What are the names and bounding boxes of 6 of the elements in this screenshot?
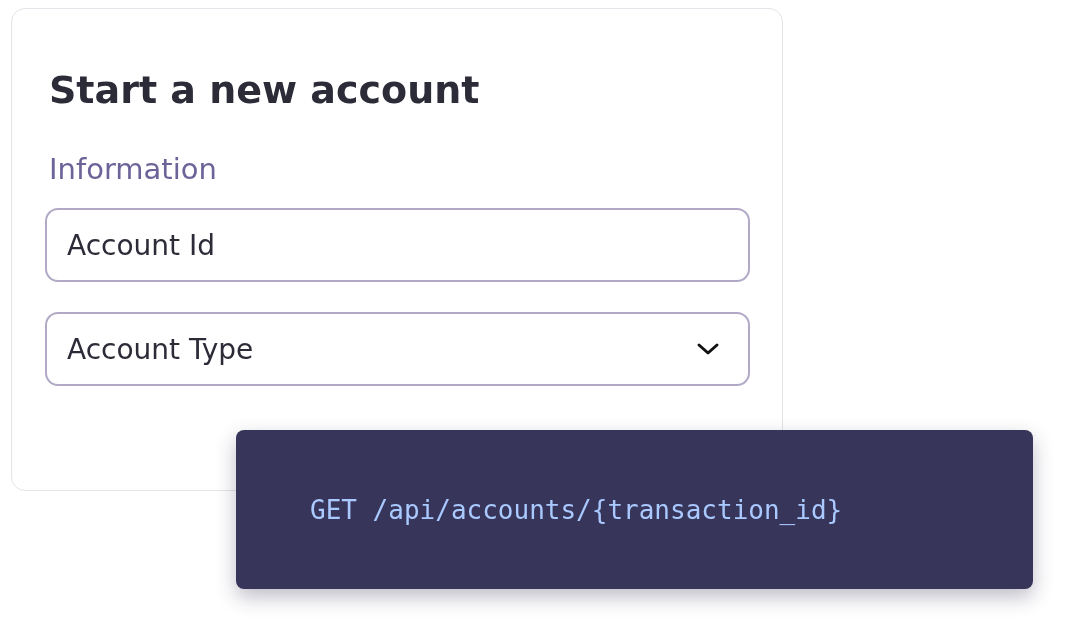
- code-text: GET /api/accounts/{transaction_id}: [310, 494, 843, 525]
- text-field[interactable]: Account Id: [45, 208, 750, 282]
- select-field[interactable]: Account Type: [45, 312, 750, 386]
- form-title: Start a new account: [49, 67, 481, 114]
- section-label: Information: [49, 152, 218, 186]
- chevron-down-icon: [696, 342, 720, 356]
